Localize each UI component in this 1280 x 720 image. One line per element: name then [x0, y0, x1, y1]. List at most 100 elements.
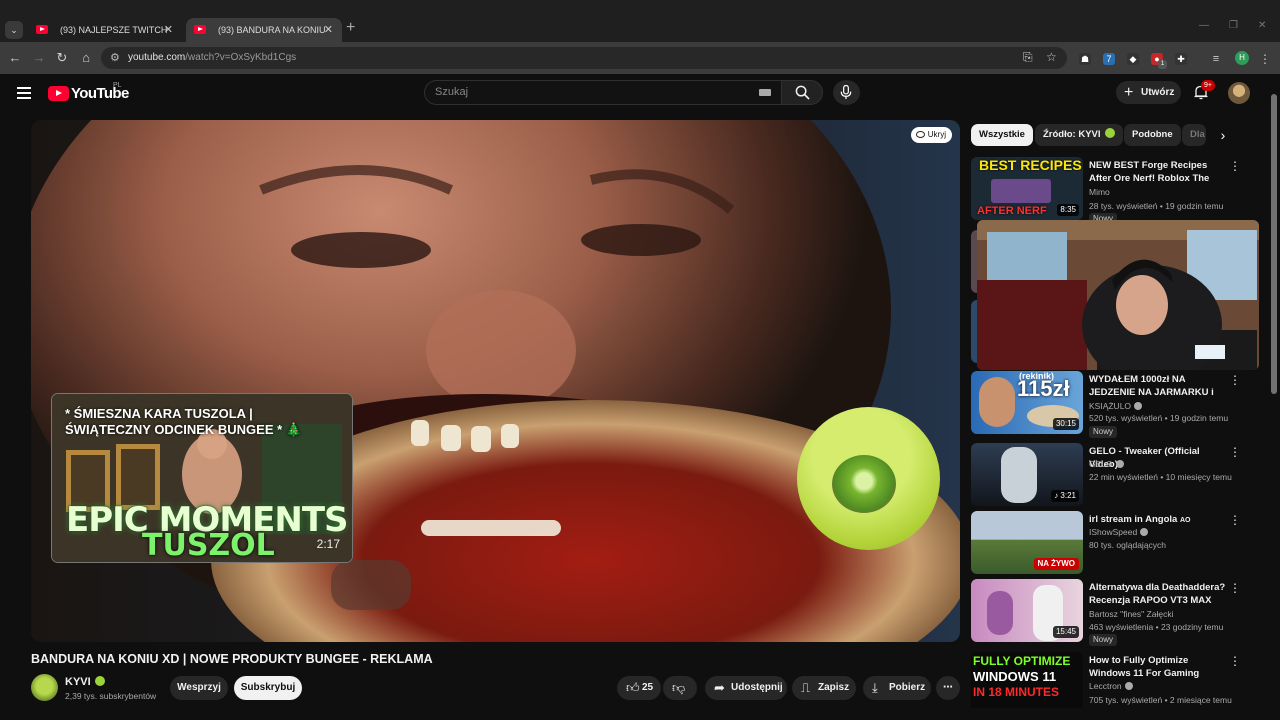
close-window-icon[interactable]: ✕ — [1258, 20, 1266, 31]
video-duration: 30:15 — [1052, 418, 1079, 430]
keyboard-icon[interactable] — [759, 89, 771, 96]
install-app-icon[interactable]: ⎘ — [1023, 50, 1033, 65]
recommendation-item[interactable]: FULLY OPTIMIZE WINDOWS 11 IN 18 MINUTES … — [971, 652, 1251, 708]
voice-search-button[interactable] — [833, 80, 860, 105]
recommendation-item[interactable]: BEST RECIPES AFTER NERF 8:35 NEW BEST Fo… — [971, 157, 1251, 225]
restore-icon[interactable]: ❐ — [1229, 20, 1238, 31]
chevron-right-icon[interactable]: › — [1212, 124, 1234, 146]
more-options-icon[interactable]: ⋮ — [1229, 373, 1241, 387]
endcard-overlay-text: TUSZOL — [142, 528, 275, 563]
plus-icon: + — [1124, 84, 1134, 101]
minimize-icon[interactable]: — — [1199, 20, 1209, 31]
extension-icon[interactable]: ☗ — [1079, 53, 1091, 65]
create-label: Utwórz — [1141, 87, 1175, 98]
recommendation-meta: 705 tys. wyświetleń • 2 miesiące temu — [1089, 695, 1232, 705]
bookmark-star-icon[interactable]: ☆ — [1046, 50, 1057, 64]
webcam-frame — [977, 220, 1259, 370]
profile-avatar[interactable]: H — [1235, 51, 1249, 65]
share-button[interactable]: ➦ Udostępnij — [705, 676, 787, 700]
thumbnail: (rekinik) 115zł 30:15 — [971, 371, 1083, 434]
menu-kebab-icon[interactable]: ⋮ — [1259, 53, 1271, 65]
recommendation-item[interactable]: ♪ 3:21 GELO - Tweaker (Official Video) G… — [971, 443, 1251, 509]
close-tab-icon[interactable]: ✕ — [164, 18, 173, 42]
recommendation-channel: GELO — [1089, 459, 1124, 469]
extension-badge: 1 — [1158, 60, 1167, 69]
hide-label: Ukryj — [927, 130, 946, 139]
thumbnail: 15:45 — [971, 579, 1083, 642]
share-label: Udostępnij — [731, 682, 783, 693]
more-options-icon[interactable]: ⋮ — [1229, 654, 1241, 668]
recommendation-meta: 520 tys. wyświetleń • 19 godzin temu — [1089, 413, 1229, 423]
recommendation-item[interactable]: (rekinik) 115zł 30:15 WYDAŁEM 1000zł NA … — [971, 371, 1251, 438]
more-options-icon[interactable]: ⋮ — [1229, 581, 1241, 595]
new-tab-button[interactable]: + — [346, 19, 355, 37]
search-button[interactable] — [781, 80, 823, 105]
extension-icon[interactable]: 7 — [1103, 53, 1115, 65]
back-icon[interactable]: ← — [6, 49, 24, 67]
endcard-title: * ŚMIESZNA KARA TUSZOLA | ŚWIĄTECZNY ODC… — [65, 406, 302, 437]
youtube-favicon-icon — [36, 25, 48, 34]
subscribe-button[interactable]: Subskrybuj — [234, 676, 302, 700]
more-options-icon[interactable]: ⋮ — [1229, 513, 1241, 527]
chip-from-channel[interactable]: Źródło: KYVI — [1035, 124, 1123, 146]
title-text: irl stream in Angola — [1089, 514, 1178, 525]
extensions-puzzle-icon[interactable]: ✚ — [1175, 53, 1187, 65]
recommendation-meta: 28 tys. wyświetleń • 19 godzin temu — [1089, 201, 1224, 211]
page-scrollbar[interactable] — [1268, 74, 1280, 720]
recommendation-meta: 463 wyświetlenia • 23 godziny temu — [1089, 622, 1224, 632]
youtube-favicon-icon — [194, 25, 206, 34]
hide-endcards-button[interactable]: Ukryj — [910, 127, 952, 143]
thumbnail-art — [987, 591, 1013, 635]
more-options-icon[interactable]: ⋮ — [1229, 445, 1241, 459]
more-actions-button[interactable]: ⋯ — [936, 676, 960, 700]
download-button[interactable]: ⤓ Pobierz — [863, 676, 931, 700]
extension-icon[interactable]: ◆ — [1127, 53, 1139, 65]
home-icon[interactable]: ⌂ — [77, 49, 95, 67]
dislike-button[interactable]: 👎︎ — [663, 676, 697, 700]
thumbnail-text: WINDOWS 11 — [973, 669, 1057, 684]
scrollbar-thumb[interactable] — [1271, 94, 1277, 394]
channel-name-text: KYVI — [65, 676, 91, 688]
channel-avatar[interactable] — [31, 674, 58, 701]
search-input[interactable]: Szukaj — [424, 80, 782, 105]
chip-for-you[interactable]: Dla — [1182, 124, 1206, 146]
site-info-icon[interactable]: ⚙ — [110, 51, 120, 64]
create-button[interactable]: + Utwórz — [1116, 81, 1181, 104]
browser-toolbar: ← → ↻ ⌂ ⚙ youtube.com/watch?v=OxSyKbd1Cg… — [0, 42, 1280, 74]
save-button[interactable]: ⎍ Zapisz — [792, 676, 856, 700]
search-placeholder: Szukaj — [435, 86, 469, 98]
more-options-icon[interactable]: ⋮ — [1229, 159, 1241, 173]
like-count: 25 — [642, 682, 654, 693]
recommendation-title: WYDAŁEM 1000zł NA JEDZENIE NA JARMARKU i… — [1089, 374, 1214, 398]
new-badge: Nowy — [1089, 634, 1118, 646]
browser-tab-1[interactable]: (93) NAJLEPSZE TWITCH SZOTY ✕ — [28, 18, 182, 42]
close-tab-icon[interactable]: ✕ — [324, 18, 333, 42]
thumbnail-text: IN 18 MINUTES — [973, 685, 1060, 699]
endcard-video[interactable]: * ŚMIESZNA KARA TUSZOLA | ŚWIĄTECZNY ODC… — [51, 393, 353, 563]
browser-tab-2[interactable]: (93) BANDURA NA KONIU XD | ✕ — [186, 18, 342, 42]
video-duration: 8:35 — [1057, 204, 1079, 216]
endcard-subscribe-channel[interactable] — [797, 407, 940, 550]
address-bar[interactable]: ⚙ youtube.com/watch?v=OxSyKbd1Cgs ⎘ ☆ — [101, 47, 1067, 69]
recommendation-item[interactable]: NA ŻYWO irl stream in Angola AO IShowSpe… — [971, 511, 1251, 577]
tab-title: (93) NAJLEPSZE TWITCH SZOTY — [60, 25, 168, 35]
chip-related[interactable]: Podobne — [1124, 124, 1181, 146]
thumbnail-text: BEST RECIPES — [979, 157, 1082, 173]
recommendation-meta: 80 tys. oglądających — [1089, 540, 1167, 550]
like-button[interactable]: 👍︎ 25 — [617, 676, 661, 700]
channel-name[interactable]: KYVI — [65, 676, 105, 688]
thumbnail-text: FULLY OPTIMIZE — [973, 654, 1071, 668]
support-button[interactable]: Wesprzyj — [170, 676, 228, 700]
verified-icon — [1115, 460, 1124, 468]
recommendation-item[interactable]: 15:45 Alternatywa dla Deathaddera? Recen… — [971, 579, 1251, 646]
media-controls-icon[interactable]: ≡ — [1210, 53, 1222, 65]
reload-icon[interactable]: ↻ — [53, 49, 71, 67]
recommendation-channel: IShowSpeed — [1089, 527, 1149, 537]
account-avatar[interactable] — [1228, 82, 1250, 104]
verified-icon — [1134, 402, 1143, 410]
guide-menu-icon[interactable] — [17, 87, 31, 99]
tab-search-button[interactable]: ⌄ — [5, 21, 23, 39]
video-player[interactable]: Ukryj * ŚMIESZNA KARA TUSZOLA | ŚWIĄTECZ… — [31, 120, 960, 642]
chip-all[interactable]: Wszystkie — [971, 124, 1033, 146]
forward-icon[interactable]: → — [30, 49, 48, 67]
